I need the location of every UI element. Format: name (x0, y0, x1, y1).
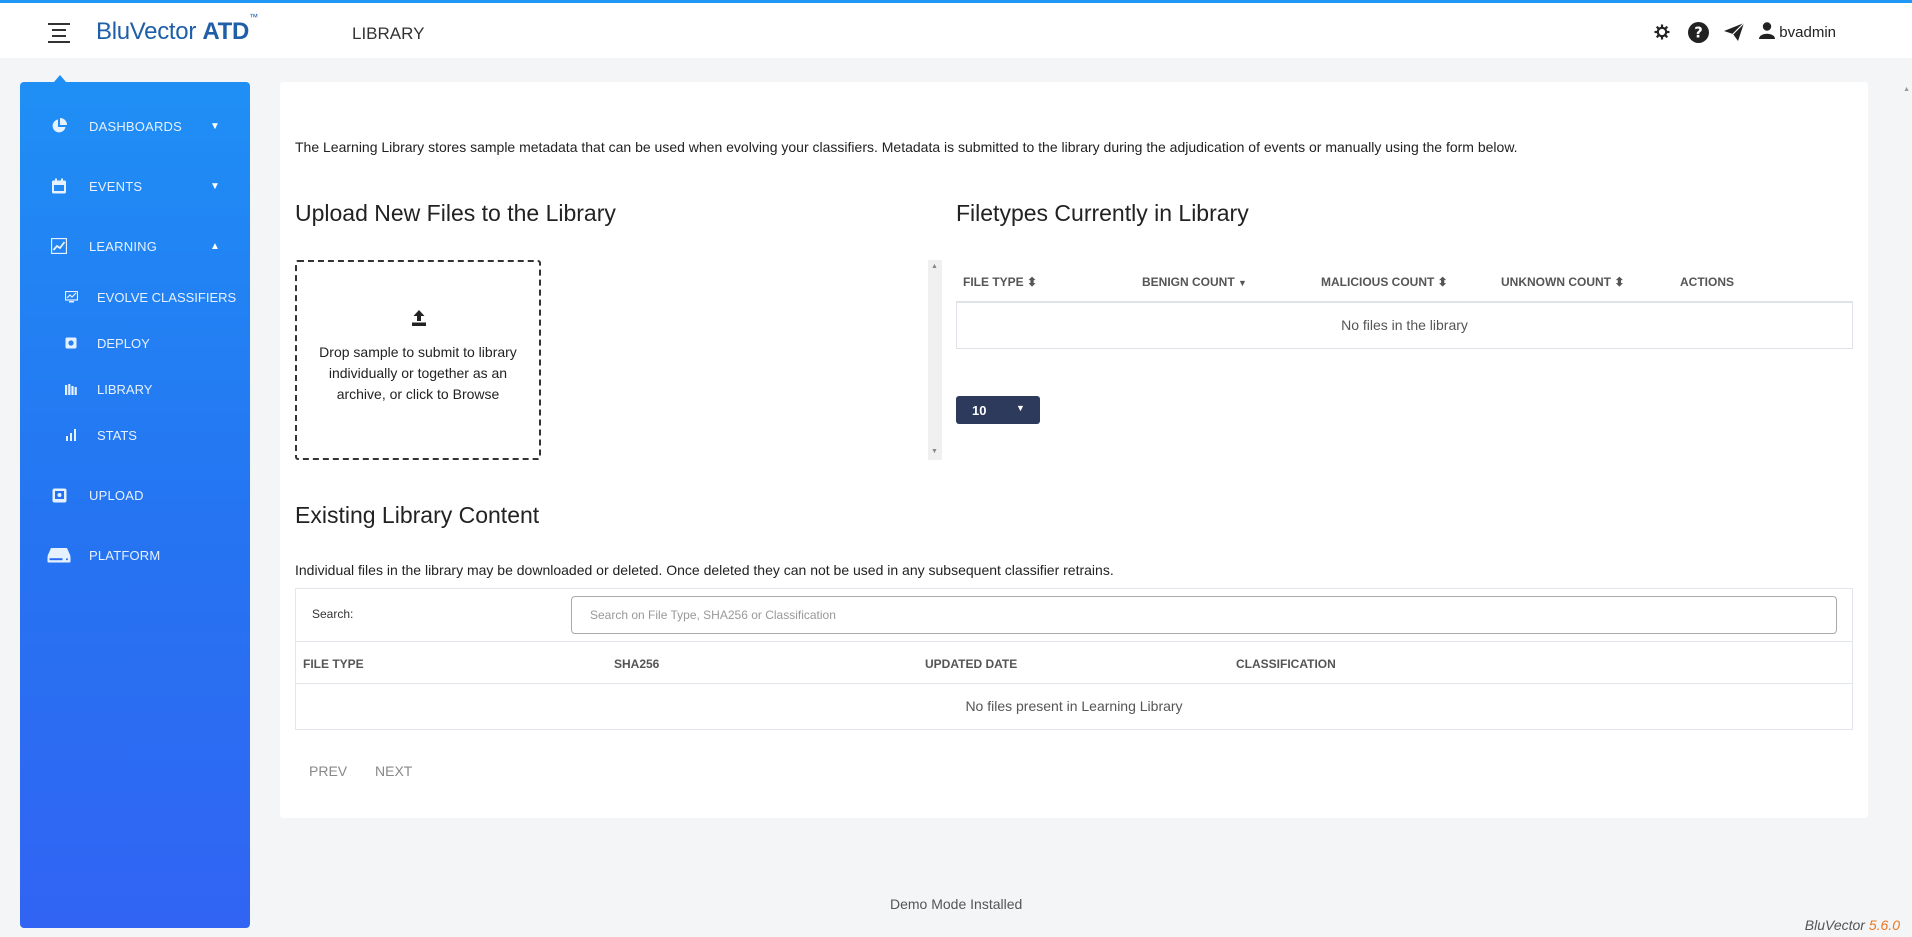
chevron-down-icon: ▼ (210, 180, 220, 192)
sidebar-item-label: PLATFORM (89, 547, 161, 563)
sidebar-item-events[interactable]: EVENTS ▼ (20, 166, 250, 206)
library-table: Search: FILE TYPE SHA256 UPDATED DATE CL… (295, 588, 1853, 730)
upload-disk-icon (50, 486, 68, 504)
demo-mode-note: Demo Mode Installed (890, 896, 1023, 912)
caret-down-icon: ▼ (1016, 403, 1025, 413)
sidebar-item-dashboards[interactable]: DASHBOARDS ▼ (20, 106, 250, 146)
user-icon (1759, 21, 1776, 43)
app-logo[interactable]: BluVector ATD™ (96, 12, 258, 46)
sidebar-subitem-label: LIBRARY (97, 381, 153, 397)
next-button[interactable]: NEXT (375, 763, 412, 779)
top-bar: BluVector ATD™ LIBRARY ? bvadmin (0, 0, 1912, 58)
library-table-header: FILE TYPE SHA256 UPDATED DATE CLASSIFICA… (296, 641, 1852, 684)
monitor-chart-icon (64, 290, 78, 304)
chart-line-icon (50, 237, 68, 255)
sidebar-item-label: UPLOAD (89, 487, 144, 503)
column-header-updated-date[interactable]: UPDATED DATE (925, 657, 1017, 671)
page-scroll-up-icon[interactable]: ▲ (1903, 86, 1910, 93)
upload-section-title: Upload New Files to the Library (295, 200, 616, 226)
deploy-icon (64, 336, 78, 350)
search-input[interactable] (571, 596, 1837, 634)
column-header-unknown-count[interactable]: UNKNOWN COUNT ⬍ (1501, 275, 1624, 289)
pie-chart-icon (50, 117, 68, 135)
column-header-actions: ACTIONS (1680, 275, 1734, 289)
sidebar-item-learning[interactable]: LEARNING ▲ (20, 226, 250, 266)
top-icons: ? bvadmin (1651, 21, 1836, 43)
sidebar-subitem-label: EVOLVE CLASSIFIERS (97, 289, 237, 305)
prev-button[interactable]: PREV (309, 763, 347, 779)
books-icon (64, 382, 78, 396)
page-title: LIBRARY (352, 24, 425, 43)
filetypes-empty-message: No files in the library (956, 302, 1853, 349)
filetypes-table: FILE TYPE ⬍ BENIGN COUNT ▼ MALICIOUS COU… (956, 262, 1853, 302)
sidebar-item-label: EVENTS (89, 178, 143, 194)
column-header-sha256[interactable]: SHA256 (614, 657, 659, 671)
logo-bold-text: ATD (202, 18, 250, 45)
library-card: The Learning Library stores sample metad… (280, 82, 1868, 818)
sidebar-pointer (54, 75, 66, 82)
logo-trademark: ™ (249, 12, 258, 22)
sidebar-subitem-label: STATS (97, 427, 137, 443)
svg-text:?: ? (1694, 24, 1703, 41)
footer-brand: BluVector (1804, 917, 1865, 933)
search-label: Search: (312, 607, 354, 621)
column-header-malicious-count[interactable]: MALICIOUS COUNT ⬍ (1321, 275, 1448, 289)
existing-section-title: Existing Library Content (295, 502, 540, 528)
menu-toggle-icon[interactable] (48, 23, 72, 43)
server-icon (47, 546, 71, 564)
sidebar-item-platform[interactable]: PLATFORM (20, 535, 250, 575)
sidebar-item-label: DASHBOARDS (89, 118, 183, 134)
sidebar-subitem-stats[interactable]: STATS (20, 420, 250, 450)
help-icon[interactable]: ? (1687, 21, 1709, 43)
version-number: 5.6.0 (1868, 917, 1900, 933)
intro-text: The Learning Library stores sample metad… (295, 139, 1518, 155)
user-menu[interactable]: bvadmin (1759, 21, 1836, 43)
sort-icon: ⬍ (1614, 275, 1625, 289)
column-header-file-type[interactable]: FILE TYPE (303, 657, 364, 671)
sidebar-subitem-evolve-classifiers[interactable]: EVOLVE CLASSIFIERS (20, 282, 250, 312)
sidebar-subitem-library[interactable]: LIBRARY (20, 374, 250, 404)
page-size-dropdown[interactable]: 10 ▼ (956, 396, 1040, 424)
bar-chart-icon (64, 428, 78, 442)
chevron-down-icon: ▼ (210, 120, 220, 132)
version-label: BluVector 5.6.0 (1805, 917, 1900, 933)
sidebar-subitem-deploy[interactable]: DEPLOY (20, 328, 250, 358)
sort-icon: ⬍ (1437, 275, 1448, 289)
sidebar: DASHBOARDS ▼ EVENTS ▼ LEARNING ▲ EVOLVE … (20, 82, 250, 928)
chevron-up-icon: ▲ (210, 240, 220, 252)
library-empty-message: No files present in Learning Library (965, 698, 1183, 714)
existing-description: Individual files in the library may be d… (295, 562, 1114, 578)
sidebar-item-upload[interactable]: UPLOAD (20, 475, 250, 515)
column-header-benign-count[interactable]: BENIGN COUNT ▼ (1142, 275, 1247, 289)
send-icon[interactable] (1723, 21, 1745, 43)
filetypes-table-header: FILE TYPE ⬍ BENIGN COUNT ▼ MALICIOUS COU… (956, 262, 1853, 302)
calendar-icon (50, 177, 68, 195)
upload-dropzone[interactable]: Drop sample to submit to library individ… (295, 260, 541, 460)
logo-text: BluVector (96, 18, 197, 45)
gear-icon[interactable] (1651, 21, 1673, 43)
page-size-value: 10 (972, 403, 987, 418)
sidebar-subitem-label: DEPLOY (97, 335, 150, 351)
scrollbar[interactable]: ▲ ▼ (928, 260, 942, 460)
column-header-file-type[interactable]: FILE TYPE ⬍ (963, 275, 1037, 289)
sidebar-item-label: LEARNING (89, 238, 158, 254)
sort-desc-icon: ▼ (1238, 278, 1247, 288)
column-header-classification[interactable]: CLASSIFICATION (1236, 657, 1336, 671)
sort-icon: ⬍ (1027, 275, 1038, 289)
filetypes-section-title: Filetypes Currently in Library (956, 200, 1249, 226)
scroll-up-icon[interactable]: ▲ (931, 263, 938, 270)
upload-icon (412, 310, 426, 331)
scroll-down-icon[interactable]: ▼ (931, 448, 938, 455)
username: bvadmin (1779, 23, 1836, 41)
dropzone-text: Drop sample to submit to library individ… (319, 344, 517, 402)
